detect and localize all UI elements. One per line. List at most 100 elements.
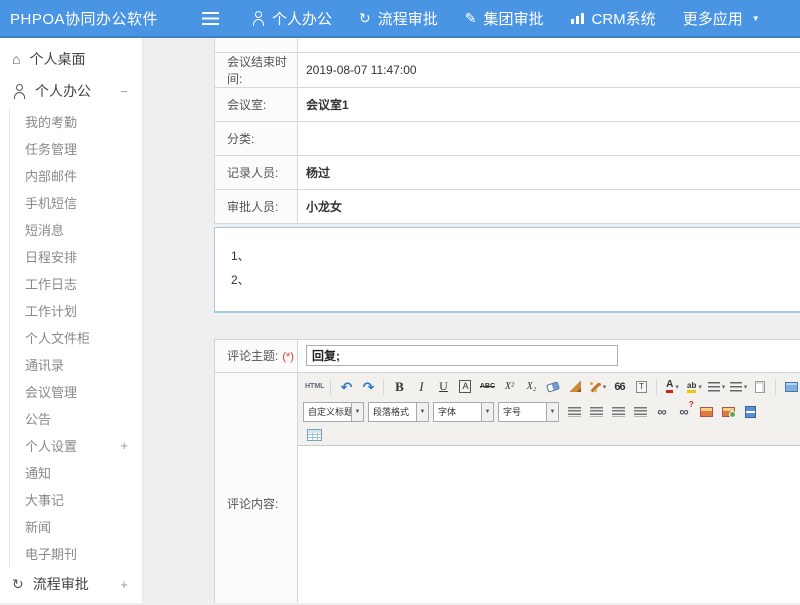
table-icon: [307, 429, 322, 441]
nav-item-label: 更多应用: [683, 8, 743, 29]
ordered-list-icon: [708, 382, 720, 392]
toolbar-separator: [330, 379, 331, 395]
link-button[interactable]: ∞: [652, 402, 672, 422]
fullscreen-button[interactable]: [781, 377, 800, 397]
new-document-button[interactable]: [750, 377, 770, 397]
sidebar-item-personal-settings[interactable]: 个人设置 +: [10, 432, 142, 459]
sidebar-item-personal-office[interactable]: 个人办公 −: [0, 75, 142, 107]
sidebar-item-my-attendance[interactable]: 我的考勤: [10, 108, 142, 135]
html-source-icon: HTML: [305, 383, 324, 390]
meeting-content-box: 1、2、: [214, 227, 800, 313]
sidebar-item-label: 个人文件柜: [25, 328, 90, 347]
font-name-button[interactable]: A: [455, 377, 475, 397]
heading-select[interactable]: 自定义标题 ▼: [303, 402, 364, 422]
comment-subject-input[interactable]: [306, 345, 618, 366]
insert-image-button[interactable]: [718, 402, 738, 422]
sidebar-item-contacts[interactable]: 通讯录: [10, 351, 142, 378]
paragraph-select[interactable]: 段落格式 ▼: [368, 402, 429, 422]
sidebar-item-personal-desktop[interactable]: ⌂ 个人桌面: [0, 43, 142, 75]
align-justify-button[interactable]: [630, 402, 650, 422]
bold-button[interactable]: B: [389, 377, 409, 397]
sidebar-item-personal-cabinet[interactable]: 个人文件柜: [10, 324, 142, 351]
nav-item-personal-office[interactable]: 个人办公: [251, 8, 332, 29]
expand-toggle[interactable]: −: [120, 84, 128, 99]
eraser-button[interactable]: [543, 377, 563, 397]
meeting-content-line: 1、: [231, 244, 800, 268]
nav-item-label: 个人办公: [272, 8, 332, 29]
sidebar: ⌂ 个人桌面 个人办公 − 我的考勤 任务管理 内部邮件 手机短信 短消息 日程…: [0, 38, 143, 603]
rich-text-editor: HTML ↶ ↷ B I U A ABC X² X₂ ▾ 66: [298, 373, 800, 604]
sidebar-item-notification[interactable]: 通知: [10, 459, 142, 486]
sidebar-item-internal-mail[interactable]: 内部邮件: [10, 162, 142, 189]
sidebar-item-announcement[interactable]: 公告: [10, 405, 142, 432]
table-row-partial: [215, 38, 800, 52]
hamburger-menu-icon[interactable]: [202, 12, 219, 25]
paste-plain-icon: T: [636, 381, 647, 393]
sidebar-item-label: 大事记: [25, 490, 64, 509]
strikethrough-button[interactable]: ABC: [477, 377, 497, 397]
sidebar-item-mobile-sms[interactable]: 手机短信: [10, 189, 142, 216]
field-label: 审批人员:: [227, 200, 278, 214]
expand-toggle[interactable]: +: [120, 577, 128, 592]
unordered-list-button[interactable]: ▾: [728, 377, 748, 397]
sidebar-item-short-message[interactable]: 短消息: [10, 216, 142, 243]
html-source-button[interactable]: HTML: [304, 377, 325, 397]
sidebar-item-task-management[interactable]: 任务管理: [10, 135, 142, 162]
nav-item-more-apps[interactable]: 更多应用 ▼: [683, 8, 760, 29]
nav-item-workflow-approval[interactable]: ↻ 流程审批: [359, 8, 438, 29]
sidebar-item-schedule[interactable]: 日程安排: [10, 243, 142, 270]
sidebar-item-workflow-approval[interactable]: ↻ 流程审批 +: [0, 568, 142, 600]
sidebar-item-label: 短消息: [25, 220, 64, 239]
expand-toggle[interactable]: +: [120, 438, 128, 453]
highlight-color-button[interactable]: ab ▾: [684, 377, 704, 397]
sidebar-item-label: 工作计划: [25, 301, 77, 320]
superscript-button[interactable]: X²: [499, 377, 519, 397]
format-brush-icon: [570, 381, 581, 392]
media-button[interactable]: [740, 402, 760, 422]
chart-icon: [571, 12, 585, 24]
main-content: 会议结束时间: 2019-08-07 11:47:00 会议室: 会议室1 分类…: [143, 38, 800, 603]
undo-icon: ↶: [341, 380, 353, 394]
align-left-button[interactable]: [564, 402, 584, 422]
paste-plain-button[interactable]: T: [631, 377, 651, 397]
ordered-list-button[interactable]: ▾: [706, 377, 726, 397]
sidebar-item-major-events[interactable]: 大事记: [10, 486, 142, 513]
unlink-button[interactable]: ∞: [674, 402, 694, 422]
size-select[interactable]: 字号 ▼: [498, 402, 559, 422]
undo-button[interactable]: ↶: [336, 377, 356, 397]
nav-item-label: 流程审批: [378, 8, 438, 29]
italic-button[interactable]: I: [411, 377, 431, 397]
form-row: 会议室: 会议室1: [215, 87, 800, 121]
table-button[interactable]: [304, 425, 324, 445]
sidebar-item-news[interactable]: 新闻: [10, 513, 142, 540]
strikethrough-icon: ABC: [480, 383, 495, 390]
sidebar-item-meeting-management[interactable]: 会议管理: [10, 378, 142, 405]
fullscreen-icon: [785, 382, 798, 392]
dropdown-arrow-icon: ▾: [744, 383, 748, 391]
redo-button[interactable]: ↷: [358, 377, 378, 397]
sidebar-item-e-journal[interactable]: 电子期刊: [10, 540, 142, 567]
sidebar-item-label: 内部邮件: [25, 166, 77, 185]
image-button[interactable]: [696, 402, 716, 422]
sidebar-item-work-log[interactable]: 工作日志: [10, 270, 142, 297]
underline-button[interactable]: U: [433, 377, 453, 397]
editor-content-area[interactable]: [298, 445, 800, 604]
font-select[interactable]: 字体 ▼: [433, 402, 494, 422]
font-color-button[interactable]: A ▾: [662, 377, 682, 397]
subscript-button[interactable]: X₂: [521, 377, 541, 397]
field-value: 2019-08-07 11:47:00: [306, 63, 417, 77]
sidebar-item-label: 新闻: [25, 517, 51, 536]
sidebar-item-label: 工作日志: [25, 274, 77, 293]
bold-icon: B: [395, 379, 404, 395]
nav-item-crm-system[interactable]: CRM系统: [571, 8, 656, 29]
insert-image-icon: [722, 407, 735, 417]
sidebar-item-work-plan[interactable]: 工作计划: [10, 297, 142, 324]
align-right-button[interactable]: [608, 402, 628, 422]
align-justify-icon: [634, 407, 647, 417]
blockquote-button[interactable]: 66: [609, 377, 629, 397]
magic-wand-button[interactable]: ▾: [587, 377, 607, 397]
nav-item-group-approval[interactable]: ✎ 集团审批: [465, 8, 544, 29]
format-brush-button[interactable]: [565, 377, 585, 397]
comment-subject-row: 评论主题:(*): [215, 339, 800, 372]
align-center-button[interactable]: [586, 402, 606, 422]
